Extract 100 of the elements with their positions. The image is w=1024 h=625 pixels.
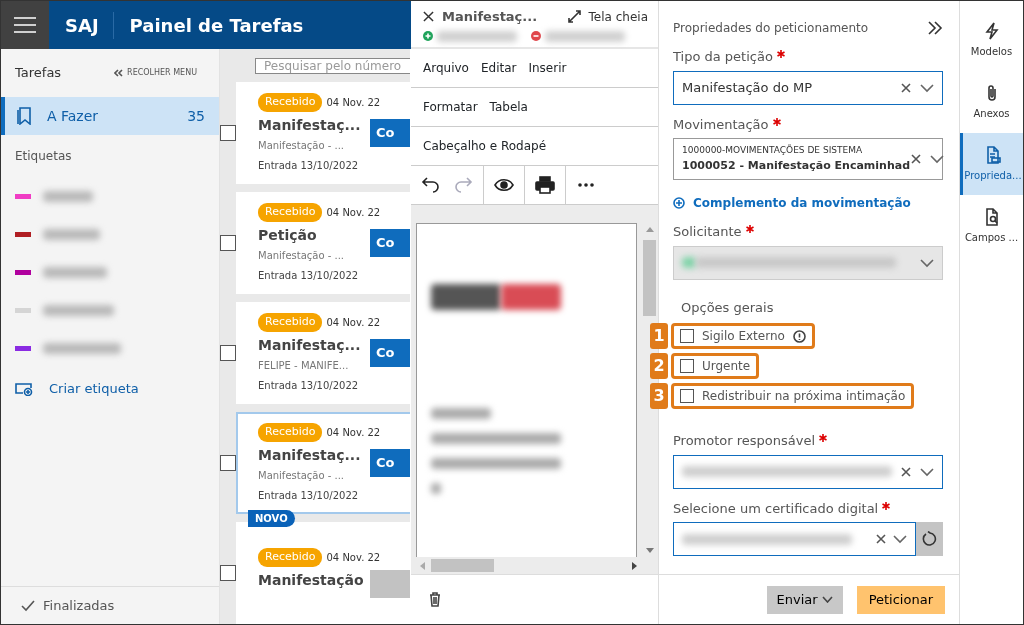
- fullscreen-link[interactable]: Tela cheia: [567, 7, 648, 26]
- sidebar-item[interactable]: A Fazer 35: [1, 97, 219, 135]
- add-icon[interactable]: [423, 31, 433, 41]
- action-button[interactable]: Co: [370, 339, 410, 367]
- menu-icon: [13, 16, 37, 34]
- menu-button[interactable]: [1, 1, 49, 49]
- add-circle-icon: [673, 197, 685, 209]
- search-field[interactable]: Pesquisar pelo número: [255, 58, 410, 74]
- check-icon: [21, 599, 35, 612]
- action-button[interactable]: Co: [370, 449, 410, 477]
- status-badge: Recebido: [258, 548, 323, 567]
- scroll-down-icon[interactable]: [645, 548, 654, 553]
- bookmark-icon: [17, 107, 31, 125]
- chevron-down-icon[interactable]: [920, 82, 934, 93]
- menu-item[interactable]: Arquivo: [423, 59, 469, 77]
- checkbox-label: Sigilo Externo: [702, 328, 785, 345]
- section-heading: Tarefas: [15, 64, 62, 83]
- select-field[interactable]: 1000000-MOVIMENTAÇÕES DE SISTEMA 1000052 - Manifestação Encaminhad: [673, 138, 943, 180]
- task-card[interactable]: Recebido 04 Nov. 22 Manifestação: [236, 522, 410, 624]
- checkbox[interactable]: [680, 389, 694, 403]
- task-entry-date: Entrada 13/10/2022: [258, 378, 360, 393]
- section-heading: Etiquetas: [14, 148, 73, 165]
- chevron-down-icon[interactable]: [893, 534, 907, 544]
- panel-title: Propriedades do peticionamento: [673, 20, 869, 37]
- menu-item[interactable]: Editar: [480, 59, 517, 77]
- task-title: Manifestaç...: [258, 335, 362, 355]
- collapse-panel-icon[interactable]: [927, 21, 943, 35]
- submit-button[interactable]: Peticionar: [856, 585, 945, 614]
- task-date: 04 Nov. 22: [326, 550, 381, 565]
- task-subtitle: Manifestação - ...: [258, 138, 346, 153]
- blurred-text: [43, 266, 107, 278]
- checkbox-label: Redistribuir na próxima intimação: [702, 388, 906, 405]
- clear-icon[interactable]: [910, 153, 923, 165]
- collapse-menu-link[interactable]: RECOLHER MENU: [114, 67, 197, 79]
- side-tab[interactable]: Anexos: [960, 71, 1023, 133]
- checkbox[interactable]: [220, 455, 236, 471]
- menu-item[interactable]: Tabela: [489, 98, 528, 116]
- clear-icon[interactable]: [900, 465, 912, 478]
- task-card[interactable]: Recebido 04 Nov. 22 Manifestaç... FELIPE - MANIFE... Entrada 13/10/2022 Co: [236, 302, 410, 404]
- expand-icon: [567, 10, 581, 24]
- printer-icon[interactable]: [535, 175, 555, 195]
- blurred-text: [431, 483, 441, 494]
- checkbox[interactable]: [680, 329, 694, 343]
- task-subtitle: Manifestação - ...: [258, 248, 346, 263]
- clear-icon[interactable]: [875, 533, 887, 545]
- scroll-right-icon[interactable]: [632, 561, 637, 570]
- complement-link[interactable]: Complemento da movimentação: [673, 194, 943, 212]
- checkbox[interactable]: [220, 345, 236, 361]
- task-card[interactable]: Recebido 04 Nov. 22 Manifestaç... Manifestação - ... Entrada 13/10/2022 Co: [236, 412, 410, 514]
- remove-icon[interactable]: [531, 31, 541, 41]
- task-card[interactable]: Recebido 04 Nov. 22 Manifestaç... Manifestação - ... Entrada 13/10/2022 Co: [236, 82, 410, 184]
- task-date: 04 Nov. 22: [326, 206, 381, 220]
- menu-item[interactable]: Formatar: [423, 98, 478, 116]
- checkbox[interactable]: [220, 125, 236, 141]
- clear-icon[interactable]: [900, 81, 912, 94]
- new-ribbon: NOVO: [248, 510, 295, 527]
- action-button[interactable]: Co: [370, 119, 410, 147]
- checkbox[interactable]: [220, 235, 236, 251]
- action-button[interactable]: Co: [370, 229, 410, 257]
- chevron-down-icon[interactable]: [930, 154, 945, 164]
- create-label-link[interactable]: Criar etiqueta: [1, 371, 219, 407]
- task-subtitle: FELIPE - MANIFE...: [258, 358, 350, 373]
- select-field[interactable]: [673, 454, 943, 489]
- undo-icon[interactable]: [421, 175, 441, 195]
- task-entry-date: Entrada 13/10/2022: [258, 488, 360, 503]
- close-icon[interactable]: [423, 11, 434, 23]
- blurred-text: [431, 408, 491, 419]
- trash-icon[interactable]: [429, 592, 441, 607]
- task-entry-date: Entrada 13/10/2022: [258, 268, 360, 283]
- refresh-button[interactable]: [916, 522, 943, 556]
- select-field[interactable]: [673, 522, 916, 556]
- task-title: Petição: [258, 225, 318, 245]
- scroll-thumb[interactable]: [643, 240, 656, 316]
- checkbox[interactable]: [220, 565, 236, 581]
- info-icon: [792, 329, 806, 343]
- send-button[interactable]: Enviar: [766, 585, 843, 614]
- blurred-text: [43, 304, 114, 316]
- blurred-text: [431, 284, 501, 310]
- callout-number: 2: [650, 353, 668, 379]
- field-label: Solicitante: [673, 223, 742, 241]
- menu-item[interactable]: Inserir: [528, 59, 567, 77]
- field-label: Tipo da petição: [673, 48, 773, 66]
- status-badge: Recebido: [258, 93, 323, 112]
- status-badge: Recebido: [258, 203, 323, 222]
- task-card[interactable]: Recebido 04 Nov. 22 Petição Manifestação - ... Entrada 13/10/2022 Co: [236, 192, 410, 294]
- select-field[interactable]: Manifestação do MP: [673, 70, 943, 105]
- task-title: Manifestaç...: [258, 115, 362, 135]
- refresh-icon: [921, 531, 938, 547]
- checkbox[interactable]: [680, 359, 694, 373]
- side-tab[interactable]: Proprieda...: [960, 133, 1023, 195]
- scroll-thumb[interactable]: [431, 559, 494, 572]
- chevron-down-icon[interactable]: [920, 466, 934, 477]
- double-chevron-left-icon: [114, 69, 124, 77]
- side-tab[interactable]: Campos ...: [960, 195, 1023, 257]
- task-title: Manifestaç...: [258, 445, 362, 465]
- menu-item[interactable]: Cabeçalho e Rodapé: [423, 137, 547, 155]
- finished-link[interactable]: Finalizadas: [1, 586, 219, 624]
- section-heading: Opções gerais: [681, 298, 774, 317]
- side-tab[interactable]: Modelos: [960, 9, 1023, 71]
- status-badge: Recebido: [258, 423, 323, 442]
